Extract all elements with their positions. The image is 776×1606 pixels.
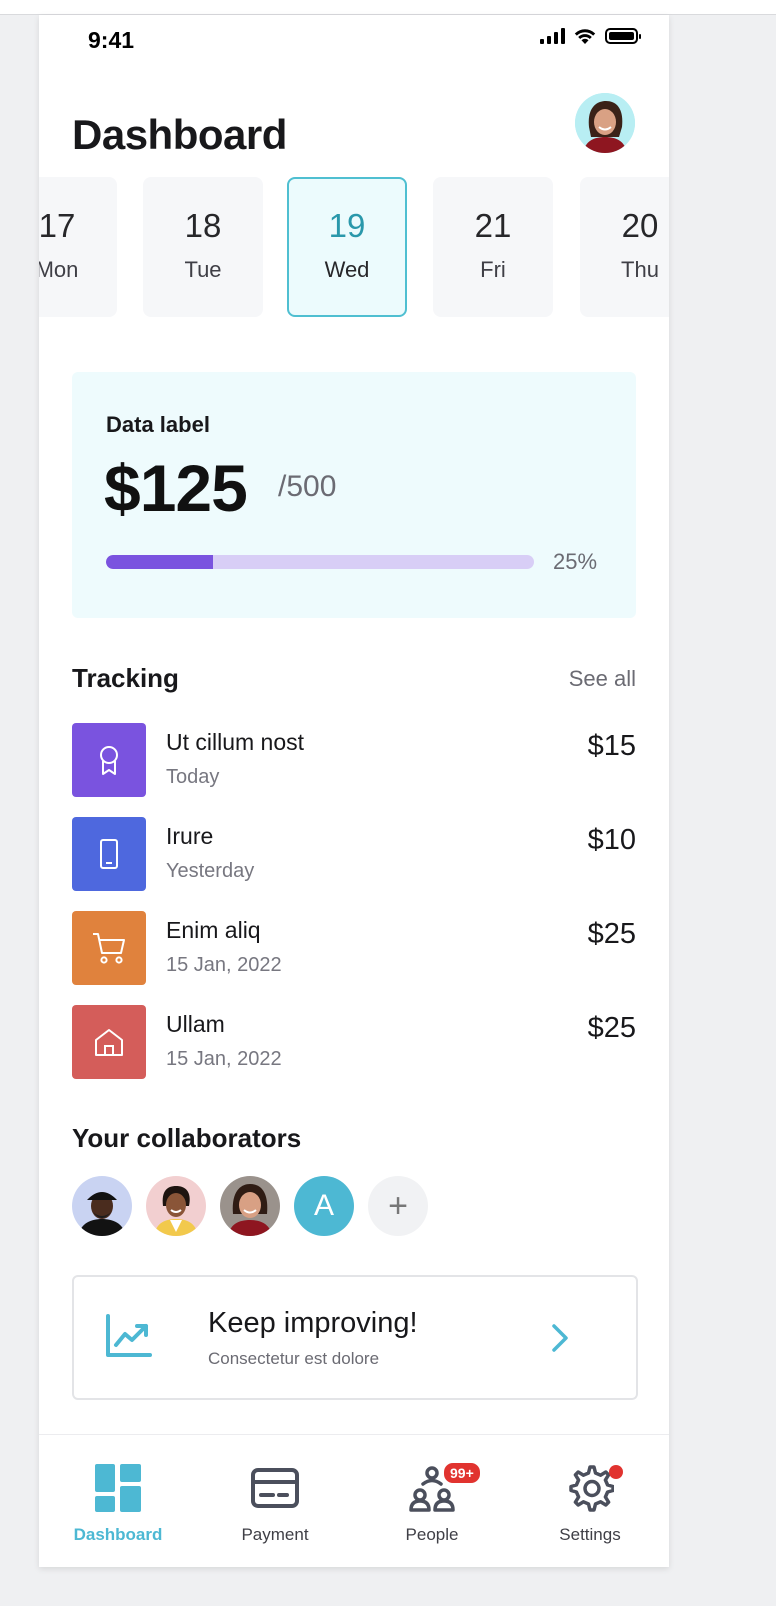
phone-icon: [72, 817, 146, 891]
nav-settings[interactable]: Settings: [520, 1435, 660, 1567]
date-day: Wed: [324, 257, 370, 282]
improve-subtitle: Consectetur est dolore: [208, 1349, 380, 1368]
date-card-18[interactable]: 18 Tue: [143, 177, 263, 317]
tracking-item-title: Ut cillum nost: [166, 729, 305, 755]
date-day: Mon: [39, 257, 79, 282]
notification-dot: [609, 1465, 623, 1479]
people-badge: 99+: [442, 1461, 482, 1485]
tracking-item-date: Today: [166, 766, 220, 788]
nav-dashboard[interactable]: Dashboard: [48, 1435, 188, 1567]
date-number: 18: [184, 207, 222, 244]
tracking-item[interactable]: Enim aliq 15 Jan, 2022 $25: [72, 911, 636, 985]
date-number: 20: [621, 207, 659, 244]
browser-top-edge: [0, 0, 776, 15]
tracking-item[interactable]: Ullam 15 Jan, 2022 $25: [72, 1005, 636, 1079]
data-max: /500: [278, 470, 337, 503]
improve-title: Keep improving!: [208, 1307, 418, 1339]
phone-screen: 9:41 Dashboard 17 Mon 18 Tue 19 Wed 21 F…: [39, 15, 669, 1567]
chevron-right-icon[interactable]: [549, 1322, 571, 1354]
tracking-item-date: 15 Jan, 2022: [166, 954, 282, 976]
settings-icon: [565, 1463, 615, 1513]
nav-label: People: [405, 1525, 459, 1544]
collaborator-avatar[interactable]: [72, 1176, 132, 1236]
dashboard-icon: [93, 1463, 143, 1513]
add-collaborator-button[interactable]: +: [368, 1176, 428, 1236]
date-card-19-selected[interactable]: 19 Wed: [287, 177, 407, 317]
date-number: 17: [39, 207, 76, 244]
date-card-21[interactable]: 21 Fri: [433, 177, 553, 317]
tracking-item[interactable]: Irure Yesterday $10: [72, 817, 636, 891]
data-card: Data label $125 /500 25%: [72, 372, 636, 618]
date-day: Thu: [621, 257, 659, 282]
nav-people[interactable]: 99+ People: [362, 1435, 502, 1567]
home-icon: [72, 1005, 146, 1079]
collaborator-avatar[interactable]: [220, 1176, 280, 1236]
see-all-link[interactable]: See all: [569, 666, 636, 692]
progress-percent: 25%: [553, 549, 598, 574]
date-day: Fri: [480, 257, 506, 282]
cart-icon: [72, 911, 146, 985]
signal-icon: [540, 28, 565, 44]
tracking-item-date: 15 Jan, 2022: [166, 1048, 282, 1070]
status-icons: [540, 27, 641, 45]
collaborators-title: Your collaborators: [72, 1123, 302, 1153]
credit-card-icon: [250, 1463, 300, 1513]
nav-payment[interactable]: Payment: [205, 1435, 345, 1567]
tracking-item-title: Enim aliq: [166, 917, 261, 943]
status-time: 9:41: [88, 27, 135, 53]
tracking-item-amount: $10: [587, 824, 636, 856]
award-icon: [72, 723, 146, 797]
bottom-navigation: Dashboard Payment 99+ People Settings: [39, 1434, 669, 1567]
tracking-item[interactable]: Ut cillum nost Today $15: [72, 723, 636, 797]
tracking-item-amount: $15: [587, 730, 636, 762]
date-number: 21: [474, 207, 512, 244]
tracking-item-amount: $25: [587, 918, 636, 950]
data-label: Data label: [106, 412, 210, 437]
tracking-title: Tracking: [72, 663, 179, 693]
date-card-20[interactable]: 20 Thu: [580, 177, 669, 317]
battery-icon: [605, 28, 641, 44]
nav-label: Payment: [241, 1525, 309, 1544]
page-title: Dashboard: [72, 111, 287, 158]
trending-up-icon: [106, 1314, 152, 1357]
wifi-icon: [574, 29, 596, 44]
nav-label: Settings: [559, 1525, 621, 1544]
tracking-item-title: Irure: [166, 823, 214, 849]
progress-fill: [106, 555, 213, 569]
progress-bar: [106, 555, 534, 569]
data-value: $125: [104, 451, 248, 525]
nav-label: Dashboard: [73, 1525, 163, 1544]
date-day: Tue: [184, 257, 222, 282]
tracking-item-amount: $25: [587, 1012, 636, 1044]
tracking-item-date: Yesterday: [166, 860, 255, 882]
keep-improving-card[interactable]: Keep improving! Consectetur est dolore: [72, 1275, 638, 1400]
profile-avatar[interactable]: [575, 93, 635, 153]
collaborator-avatar[interactable]: [146, 1176, 206, 1236]
date-number: 19: [328, 207, 366, 244]
date-card-17[interactable]: 17 Mon: [39, 177, 117, 317]
tracking-item-title: Ullam: [166, 1011, 225, 1037]
collaborator-avatar-letter[interactable]: A: [294, 1176, 354, 1236]
